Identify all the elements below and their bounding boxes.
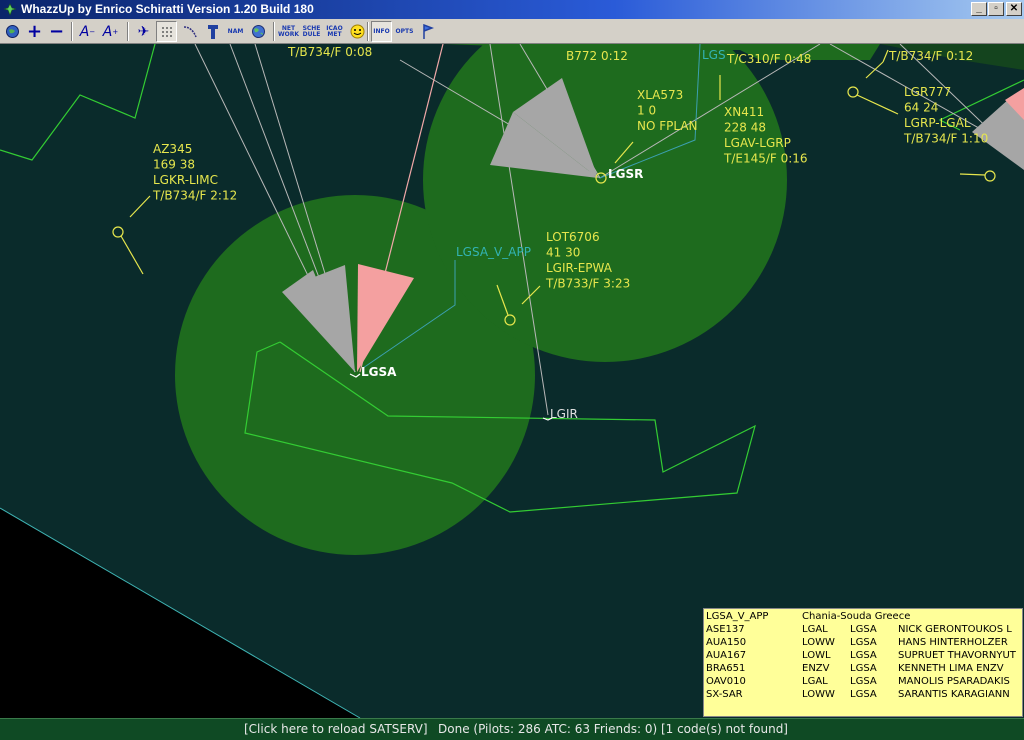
flight-info-line: T/B733/F 3:23	[545, 277, 630, 291]
network-button[interactable]: NET WORK	[278, 21, 299, 42]
font-increase-icon[interactable]: A +	[100, 21, 121, 42]
status-bar: [Click here to reload SATSERV] Done (Pil…	[0, 718, 1024, 740]
row-callsign: AUA167	[706, 650, 747, 661]
flight-info-line: 1 0	[637, 104, 656, 118]
flight-info-line: LGAV-LGRP	[724, 136, 791, 150]
zoom-in-icon[interactable]: +	[24, 21, 45, 42]
row-from: LOWL	[802, 650, 831, 661]
flight-datablock[interactable]: T/C310/F 0:48	[726, 52, 811, 66]
maximize-button[interactable]: ▫	[988, 2, 1004, 16]
flight-info-line: T/E145/F 0:16	[723, 152, 808, 166]
row-to: LGSA	[850, 689, 877, 700]
atc-label-partial[interactable]: LGS	[702, 48, 726, 62]
flight-callsign: T/B734/F 0:12	[888, 49, 973, 63]
row-name: KENNETH LIMA ENZV	[898, 663, 1004, 674]
row-callsign: OAV010	[706, 676, 746, 687]
row-callsign: BRA651	[706, 663, 746, 674]
flight-callsign: LOT6706	[546, 230, 600, 244]
tower-icon[interactable]	[202, 21, 223, 42]
grid-icon[interactable]	[156, 21, 177, 42]
row-to: LGSA	[850, 637, 877, 648]
airport-label-lgir[interactable]: LGIR	[550, 407, 578, 421]
flight-callsign: LGR777	[904, 85, 951, 99]
row-to: LGSA	[850, 650, 877, 661]
app-icon	[3, 3, 17, 16]
row-callsign: SX-SAR	[706, 689, 743, 700]
row-to: LGSA	[850, 676, 877, 687]
flight-info-line: 169 38	[153, 158, 195, 172]
nam-button[interactable]: NAM	[225, 21, 246, 42]
flight-callsign: XLA573	[637, 88, 683, 102]
row-name: MANOLIS PSARADAKIS	[898, 676, 1010, 687]
zoom-out-icon[interactable]: −	[46, 21, 67, 42]
row-callsign: AUA150	[706, 637, 747, 648]
flight-callsign: T/B734/F 0:08	[287, 45, 372, 59]
flight-info-line: 41 30	[546, 246, 580, 260]
world-icon[interactable]	[248, 21, 269, 42]
toolbar: + − A − A + ✈ NAM NET WORK SCHE DULE ICAO MET…	[0, 19, 1024, 44]
close-button[interactable]: ✕	[1006, 2, 1022, 16]
aircraft-icon[interactable]: ✈	[133, 21, 154, 42]
schedule-button[interactable]: SCHE DULE	[301, 21, 322, 42]
flight-datablock[interactable]: B772 0:12	[566, 49, 628, 63]
row-name: HANS HINTERHOLZER	[898, 637, 1008, 648]
row-name: SUPRUET THAVORNYUT	[898, 650, 1016, 661]
flight-info-line: T/B734/F 2:12	[152, 189, 237, 203]
row-from: LGAL	[802, 624, 828, 635]
row-from: LOWW	[802, 637, 835, 648]
row-from: LOWW	[802, 689, 835, 700]
flight-callsign: T/C310/F 0:48	[726, 52, 811, 66]
flight-info-line: 64 24	[904, 101, 938, 115]
airport-label-lgsr[interactable]: LGSR	[608, 167, 643, 181]
flight-info-line: LGRP-LGAL	[904, 116, 971, 130]
route-icon[interactable]	[179, 21, 200, 42]
flight-info-line: 228 48	[724, 121, 766, 135]
options-button[interactable]: OPTS	[394, 21, 415, 42]
row-to: LGSA	[850, 624, 877, 635]
window-title: WhazzUp by Enrico Schiratti Version 1.20…	[21, 2, 314, 16]
flag-icon[interactable]	[417, 21, 438, 42]
smiley-icon[interactable]	[347, 21, 368, 42]
info-button[interactable]: INFO	[371, 21, 392, 42]
font-decrease-icon[interactable]: A −	[77, 21, 98, 42]
flight-info-line: LGKR-LIMC	[153, 173, 218, 187]
flight-callsign: XN411	[724, 105, 764, 119]
minimize-button[interactable]: _	[971, 2, 987, 16]
row-to: LGSA	[850, 663, 877, 674]
atc-info-panel: LGSA_V_APP Chania-Souda Greece ASE137 LGA…	[703, 608, 1023, 717]
icao-metar-button[interactable]: ICAO MET	[324, 21, 345, 42]
row-from: ENZV	[802, 663, 830, 674]
flight-datablock[interactable]: T/B734/F 0:12	[888, 49, 973, 63]
globe-icon[interactable]	[2, 21, 23, 42]
airport-label-lgsa[interactable]: LGSA	[361, 365, 397, 379]
title-bar: WhazzUp by Enrico Schiratti Version 1.20…	[0, 0, 1024, 19]
flight-info-line: NO FPLAN	[637, 119, 698, 133]
atc-location: Chania-Souda Greece	[802, 611, 911, 622]
row-from: LGAL	[802, 676, 828, 687]
flight-callsign: B772 0:12	[566, 49, 628, 63]
row-name: SARANTIS KARAGIANN	[898, 689, 1010, 700]
atc-callsign: LGSA_V_APP	[706, 611, 769, 622]
atc-label[interactable]: LGSA_V_APP	[456, 245, 531, 259]
row-name: NICK GERONTOUKOS L	[898, 624, 1012, 635]
row-callsign: ASE137	[706, 624, 745, 635]
flight-info-line: T/B734/F 1:10	[903, 132, 988, 146]
flight-info-line: LGIR-EPWA	[546, 261, 613, 275]
status-text: Done (Pilots: 286 ATC: 63 Friends: 0) [1…	[438, 722, 788, 736]
reload-satserv-link[interactable]: [Click here to reload SATSERV]	[244, 722, 428, 736]
flight-callsign: AZ345	[153, 142, 192, 156]
flight-datablock[interactable]: T/B734/F 0:08	[287, 45, 372, 59]
